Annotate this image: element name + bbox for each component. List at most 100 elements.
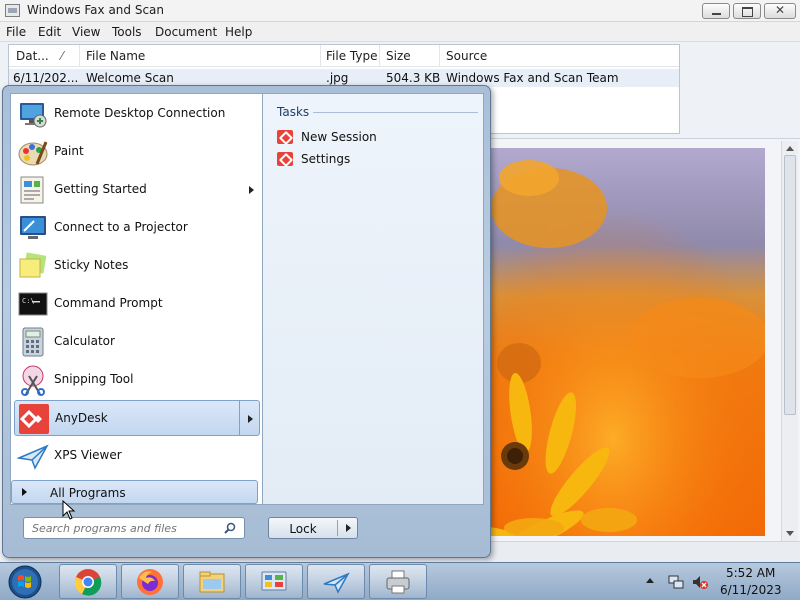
status-bar xyxy=(486,541,800,562)
program-label: Sticky Notes xyxy=(54,258,129,272)
anydesk-icon xyxy=(277,152,293,166)
list-header: Dat... ⁄ File Name File Type Size Source xyxy=(9,45,679,67)
title-bar[interactable]: Windows Fax and Scan ✕ xyxy=(0,0,800,22)
firefox-icon xyxy=(137,569,163,595)
all-programs-label: All Programs xyxy=(50,486,126,500)
program-calculator[interactable]: Calculator xyxy=(14,324,260,360)
column-file-name[interactable]: File Name xyxy=(86,49,145,63)
program-getting-started[interactable]: Getting Started xyxy=(14,172,260,208)
close-button[interactable]: ✕ xyxy=(764,3,796,19)
calculator-icon xyxy=(22,327,44,357)
network-icon[interactable] xyxy=(668,574,684,590)
command-prompt-icon: C:\ xyxy=(18,292,48,316)
program-label: Command Prompt xyxy=(54,296,163,310)
start-button[interactable] xyxy=(6,564,44,600)
cell-file-name: Welcome Scan xyxy=(86,71,174,85)
program-command-prompt[interactable]: C:\ Command Prompt xyxy=(14,286,260,322)
program-label: XPS Viewer xyxy=(54,448,122,462)
scroll-down-icon[interactable] xyxy=(786,531,794,536)
menu-view[interactable]: View xyxy=(72,25,100,39)
show-hidden-icons-icon[interactable] xyxy=(646,578,654,583)
tasks-heading: Tasks xyxy=(277,105,310,119)
taskbar-firefox[interactable] xyxy=(121,564,179,599)
fax-scan-app-icon xyxy=(5,4,20,17)
explorer-icon xyxy=(199,571,225,593)
power-options-arrow-icon[interactable] xyxy=(346,524,351,532)
sort-indicator-icon: ⁄ xyxy=(61,49,64,63)
program-label: Snipping Tool xyxy=(54,372,134,386)
taskbar-control-panel[interactable] xyxy=(245,564,303,599)
program-label: Remote Desktop Connection xyxy=(54,106,226,120)
program-label: Paint xyxy=(54,144,84,158)
program-label: Getting Started xyxy=(54,182,147,196)
taskbar-explorer[interactable] xyxy=(183,564,241,599)
column-source[interactable]: Source xyxy=(446,49,487,63)
program-label: AnyDesk xyxy=(55,411,108,425)
printer-icon xyxy=(386,570,410,594)
programs-panel: Remote Desktop Connection Paint Getting … xyxy=(10,93,262,505)
volume-muted-icon[interactable] xyxy=(692,574,708,590)
search-input[interactable] xyxy=(23,517,245,539)
cell-file-type: .jpg xyxy=(326,71,349,85)
menu-edit[interactable]: Edit xyxy=(38,25,61,39)
getting-started-icon xyxy=(20,176,44,204)
remote-desktop-icon xyxy=(20,103,47,128)
menu-bar: File Edit View Tools Document Help xyxy=(0,22,800,42)
program-label: Calculator xyxy=(54,334,115,348)
sticky-notes-icon xyxy=(19,252,47,278)
taskbar: 5:52 AM 6/11/2023 xyxy=(0,562,800,600)
window-title: Windows Fax and Scan xyxy=(27,3,165,17)
fax-and-scan-icon xyxy=(323,572,350,594)
column-date[interactable]: Dat... xyxy=(16,49,49,63)
cell-source: Windows Fax and Scan Team xyxy=(446,71,619,85)
program-remote-desktop[interactable]: Remote Desktop Connection xyxy=(14,96,260,132)
preview-scrollbar[interactable] xyxy=(781,141,798,541)
cell-size: 504.3 KB xyxy=(386,71,441,85)
program-connect-projector[interactable]: Connect to a Projector xyxy=(14,210,260,246)
menu-help[interactable]: Help xyxy=(225,25,252,39)
program-snipping-tool[interactable]: Snipping Tool xyxy=(14,362,260,398)
clock-date[interactable]: 6/11/2023 xyxy=(720,583,782,597)
xps-viewer-icon xyxy=(17,444,49,470)
column-file-type[interactable]: File Type xyxy=(326,49,377,63)
taskbar-chrome[interactable] xyxy=(59,564,117,599)
menu-tools[interactable]: Tools xyxy=(112,25,142,39)
scan-preview-image xyxy=(489,148,765,536)
program-xps-viewer[interactable]: XPS Viewer xyxy=(14,438,260,474)
clock-time[interactable]: 5:52 AM xyxy=(726,566,775,580)
submenu-arrow-icon[interactable] xyxy=(248,415,253,423)
lock-label: Lock xyxy=(289,522,317,536)
program-sticky-notes[interactable]: Sticky Notes xyxy=(14,248,260,284)
submenu-arrow-icon xyxy=(249,186,254,194)
search-icon[interactable] xyxy=(224,522,236,534)
paint-icon xyxy=(18,141,48,166)
task-label: New Session xyxy=(301,130,377,144)
jump-list-panel: Tasks New Session Settings xyxy=(262,93,484,505)
system-tray: 5:52 AM 6/11/2023 xyxy=(640,563,800,600)
taskbar-fax-and-scan[interactable] xyxy=(307,564,365,599)
projector-icon xyxy=(20,216,46,239)
menu-file[interactable]: File xyxy=(6,25,26,39)
lock-button[interactable]: Lock xyxy=(268,517,358,539)
program-label: Connect to a Projector xyxy=(54,220,188,234)
maximize-button[interactable] xyxy=(733,3,761,19)
anydesk-icon xyxy=(277,130,293,144)
column-size[interactable]: Size xyxy=(386,49,411,63)
snipping-tool-icon xyxy=(21,365,45,396)
program-paint[interactable]: Paint xyxy=(14,134,260,170)
taskbar-printer[interactable] xyxy=(369,564,427,599)
close-icon: ✕ xyxy=(774,3,786,17)
scroll-up-icon[interactable] xyxy=(786,146,794,151)
anydesk-icon xyxy=(19,404,49,434)
minimize-button[interactable] xyxy=(702,3,730,19)
scroll-thumb[interactable] xyxy=(784,155,796,415)
tasks-divider xyxy=(313,112,478,113)
mouse-cursor-icon xyxy=(62,500,76,520)
start-menu: Remote Desktop Connection Paint Getting … xyxy=(2,85,491,558)
expand-arrow-icon xyxy=(22,488,27,496)
program-anydesk[interactable]: AnyDesk xyxy=(14,400,260,436)
task-label: Settings xyxy=(301,152,351,166)
chrome-icon xyxy=(74,569,102,596)
menu-document[interactable]: Document xyxy=(155,25,217,39)
all-programs-button[interactable]: All Programs xyxy=(11,480,258,504)
